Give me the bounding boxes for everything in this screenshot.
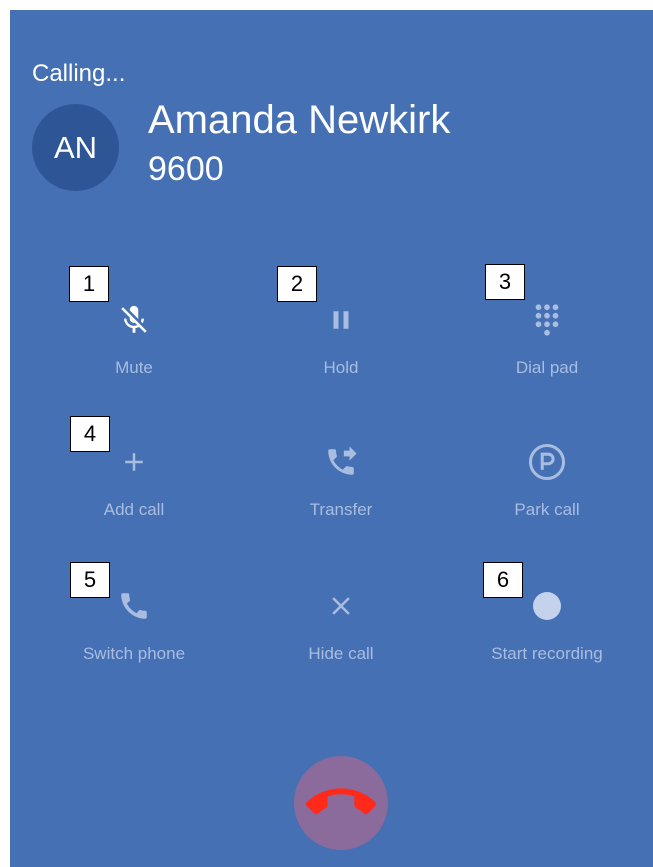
transfer-label: Transfer (309, 500, 373, 519)
close-icon (321, 586, 361, 626)
start-recording-label: Start recording (491, 644, 603, 663)
caller-number: 9600 (148, 150, 224, 188)
switch-phone-button[interactable]: Switch phone (31, 586, 237, 696)
marker-5: 5 (70, 562, 110, 598)
hold-button[interactable]: Hold (238, 300, 444, 410)
dialpad-label: Dial pad (515, 358, 579, 377)
dialpad-button[interactable]: Dial pad (444, 300, 650, 410)
caller-name: Amanda Newkirk (148, 98, 451, 142)
mute-label: Mute (115, 358, 153, 377)
switch-phone-label: Switch phone (82, 644, 186, 663)
park-call-button[interactable]: Park call (444, 442, 650, 552)
avatar: AN (32, 104, 119, 191)
dialpad-icon (527, 300, 567, 340)
marker-3: 3 (485, 264, 525, 300)
add-call-button[interactable]: Add call (31, 442, 237, 552)
call-panel: Calling... AN Amanda Newkirk 9600 Mute H… (10, 10, 653, 867)
hide-call-button[interactable]: Hide call (238, 586, 444, 696)
hold-label: Hold (323, 358, 359, 377)
pause-icon (321, 300, 361, 340)
mute-button[interactable]: Mute (31, 300, 237, 410)
start-recording-button[interactable]: Start recording (444, 586, 650, 696)
transfer-button[interactable]: Transfer (238, 442, 444, 552)
marker-4: 4 (70, 416, 110, 452)
hangup-icon (306, 788, 376, 815)
mic-off-icon (114, 300, 154, 340)
marker-1: 1 (69, 266, 109, 302)
park-call-label: Park call (514, 500, 580, 519)
add-call-label: Add call (103, 500, 165, 519)
marker-6: 6 (483, 562, 523, 598)
marker-2: 2 (277, 266, 317, 302)
parking-icon (527, 442, 567, 482)
call-status: Calling... (32, 60, 126, 87)
hide-call-label: Hide call (308, 644, 374, 663)
phone-forward-icon (321, 442, 361, 482)
hangup-button[interactable] (294, 756, 388, 850)
record-dot-icon (527, 586, 567, 626)
phone-icon (114, 586, 154, 626)
plus-icon (114, 442, 154, 482)
